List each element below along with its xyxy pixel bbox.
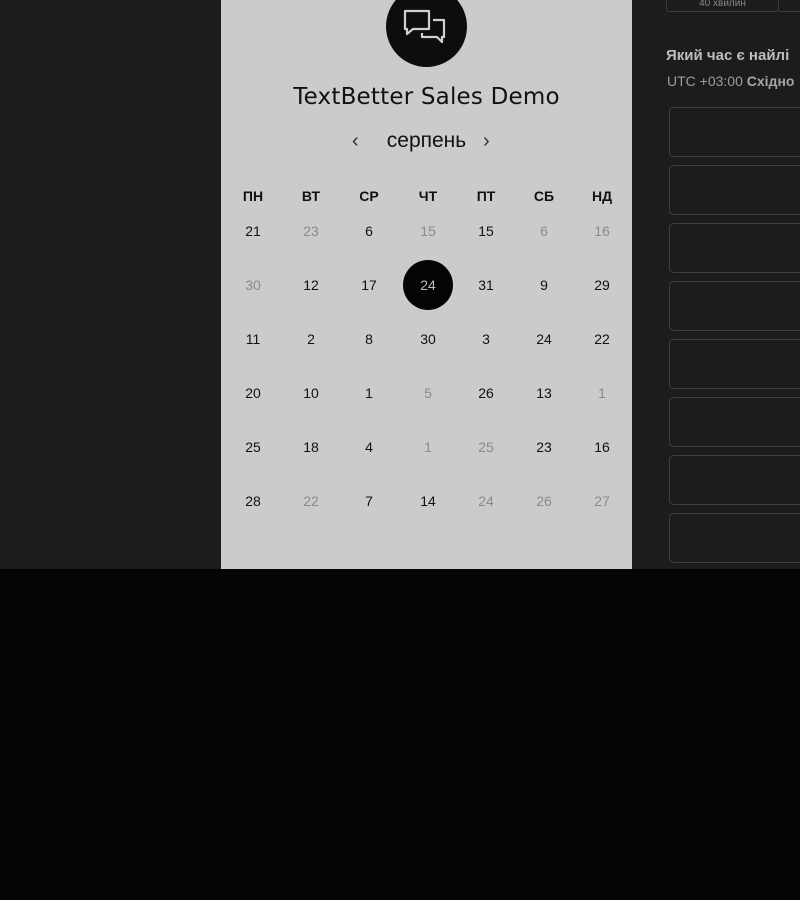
calendar-day[interactable]: 26 [461, 368, 511, 418]
calendar-day[interactable]: 8 [344, 314, 394, 364]
calendar-day[interactable]: 16 [577, 422, 627, 472]
time-selection-panel: 40 хвилин Який час є найлі UTC +03:00 Сх… [632, 0, 800, 569]
calendar-day[interactable]: 22 [286, 476, 336, 526]
time-slot-button[interactable] [669, 513, 800, 563]
time-slot-button[interactable] [669, 339, 800, 389]
calendar-day[interactable]: 23 [519, 422, 569, 472]
calendar-day[interactable]: 3 [461, 314, 511, 364]
timezone-name: Східно [746, 73, 795, 89]
calendar-day[interactable]: 25 [461, 422, 511, 472]
calendar-day-selected[interactable]: 24 [403, 260, 453, 310]
calendar-day[interactable]: 22 [577, 314, 627, 364]
calendar-day[interactable]: 7 [344, 476, 394, 526]
calendar-day[interactable]: 1 [403, 422, 453, 472]
calendar-day[interactable]: 1 [577, 368, 627, 418]
calendar-day[interactable]: 17 [344, 260, 394, 310]
timezone-selector[interactable]: UTC +03:00 Східно [667, 73, 794, 89]
calendar-day[interactable]: 24 [461, 476, 511, 526]
calendar-day[interactable]: 1 [344, 368, 394, 418]
duration-tabs: 40 хвилин [666, 0, 800, 14]
calendar-day[interactable]: 16 [577, 206, 627, 256]
time-slot-button[interactable] [669, 455, 800, 505]
calendar-day[interactable]: 15 [403, 206, 453, 256]
calendar-day[interactable]: 15 [461, 206, 511, 256]
calendar-days-grid: 21 23 6 15 15 6 16 30 12 17 24 31 9 29 11 2 8 30 3 24 22 20 10… [221, 0, 632, 569]
calendar-day[interactable]: 6 [344, 206, 394, 256]
calendar-day[interactable]: 12 [286, 260, 336, 310]
timezone-offset: UTC +03:00 [667, 73, 743, 89]
calendar-day[interactable]: 29 [577, 260, 627, 310]
calendar-day[interactable]: 4 [344, 422, 394, 472]
calendar-day[interactable]: 30 [228, 260, 278, 310]
time-question-heading: Який час є найлі [666, 47, 790, 64]
page-bottom-area [0, 569, 800, 900]
calendar-day[interactable]: 9 [519, 260, 569, 310]
time-slot-button[interactable] [669, 223, 800, 273]
calendar-day[interactable]: 21 [228, 206, 278, 256]
calendar-day[interactable]: 23 [286, 206, 336, 256]
calendar-day[interactable]: 14 [403, 476, 453, 526]
calendar-day[interactable]: 5 [403, 368, 453, 418]
time-slot-button[interactable] [669, 281, 800, 331]
duration-tab-next[interactable] [778, 0, 800, 12]
time-slot-button[interactable] [669, 397, 800, 447]
calendar-day[interactable]: 25 [228, 422, 278, 472]
calendar-day[interactable]: 26 [519, 476, 569, 526]
time-slot-button[interactable] [669, 165, 800, 215]
calendar-day[interactable]: 28 [228, 476, 278, 526]
time-slot-button[interactable] [669, 107, 800, 157]
calendar-day[interactable]: 11 [228, 314, 278, 364]
calendar-day[interactable]: 20 [228, 368, 278, 418]
calendar-day[interactable]: 31 [461, 260, 511, 310]
calendar-day[interactable]: 27 [577, 476, 627, 526]
calendar-day[interactable]: 10 [286, 368, 336, 418]
calendar-day[interactable]: 18 [286, 422, 336, 472]
calendar-day[interactable]: 2 [286, 314, 336, 364]
app-window: TextBetter Sales Demo ‹ серпень › ПН ВТ СР… [0, 0, 800, 569]
calendar-day[interactable]: 30 [403, 314, 453, 364]
calendar-day[interactable]: 6 [519, 206, 569, 256]
duration-tab-40[interactable]: 40 хвилин [666, 0, 779, 12]
calendar-card: TextBetter Sales Demo ‹ серпень › ПН ВТ СР… [221, 0, 632, 569]
calendar-day[interactable]: 24 [519, 314, 569, 364]
calendar-day[interactable]: 13 [519, 368, 569, 418]
